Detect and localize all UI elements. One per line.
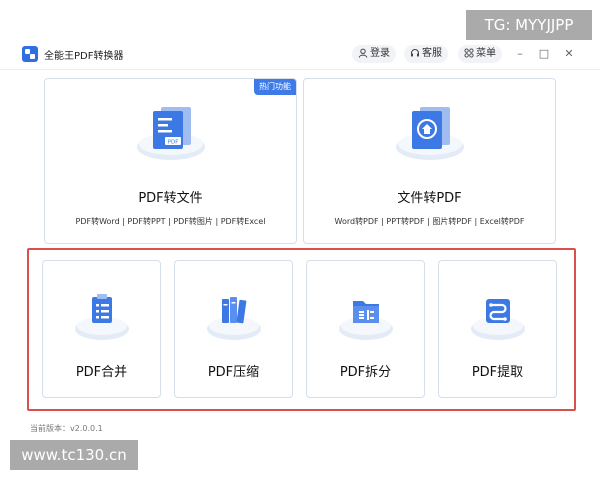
card-pdf-split[interactable]: PDF拆分: [306, 260, 425, 398]
headset-icon: [411, 49, 419, 57]
close-button[interactable]: ✕: [561, 45, 577, 63]
pdf-document-icon: PDF: [135, 105, 207, 167]
title-bar: 全能王PDF转换器 登录 客服 菜单 – □ ✕: [0, 42, 600, 68]
app-title: 全能王PDF转换器: [44, 51, 124, 62]
card-sub-links[interactable]: Word转PDF | PPT转PDF | 图片转PDF | Excel转PDF: [304, 216, 555, 227]
login-label: 登录: [370, 48, 390, 59]
card-title: PDF合并: [75, 365, 128, 380]
svg-text:PDF: PDF: [168, 139, 179, 145]
version-label: 当前版本：v2.0.0.1: [30, 424, 103, 433]
card-pdf-merge[interactable]: PDF合并: [42, 260, 161, 398]
card-pdf-extract[interactable]: PDF提取: [438, 260, 557, 398]
card-title: PDF压缩: [207, 365, 260, 380]
service-button[interactable]: 客服: [404, 45, 448, 63]
maximize-button[interactable]: □: [536, 45, 552, 63]
hot-badge: 热门功能: [254, 79, 296, 95]
card-title: PDF提取: [471, 365, 524, 380]
watermark-tg: TG: MYYJJPP: [466, 10, 592, 40]
watermark-site: www.tc130.cn: [10, 440, 138, 470]
login-button[interactable]: 登录: [352, 45, 396, 63]
card-title: PDF拆分: [339, 365, 392, 380]
convert-to-pdf-icon: [394, 105, 466, 167]
service-label: 客服: [422, 48, 442, 59]
card-pdf-to-file[interactable]: 热门功能 PDF PDF转文件 PDF转Word | PDF转PPT | PDF…: [44, 78, 297, 244]
card-title: PDF转文件: [138, 191, 203, 206]
compress-books-icon: [205, 291, 263, 347]
minimize-button[interactable]: –: [512, 45, 528, 63]
menu-label: 菜单: [476, 48, 496, 59]
extract-path-icon: [469, 291, 527, 347]
card-file-to-pdf[interactable]: 文件转PDF Word转PDF | PPT转PDF | 图片转PDF | Exc…: [303, 78, 556, 244]
card-title: 文件转PDF: [397, 191, 462, 206]
menu-button[interactable]: 菜单: [458, 45, 502, 63]
card-pdf-compress[interactable]: PDF压缩: [174, 260, 293, 398]
folder-split-icon: [337, 291, 395, 347]
app-logo-icon: [22, 46, 38, 62]
card-sub-links[interactable]: PDF转Word | PDF转PPT | PDF转图片 | PDF转Excel: [45, 216, 296, 227]
title-divider: [0, 69, 600, 70]
grid-icon: [464, 48, 474, 58]
clipboard-list-icon: [73, 291, 131, 347]
user-icon: [358, 48, 368, 58]
